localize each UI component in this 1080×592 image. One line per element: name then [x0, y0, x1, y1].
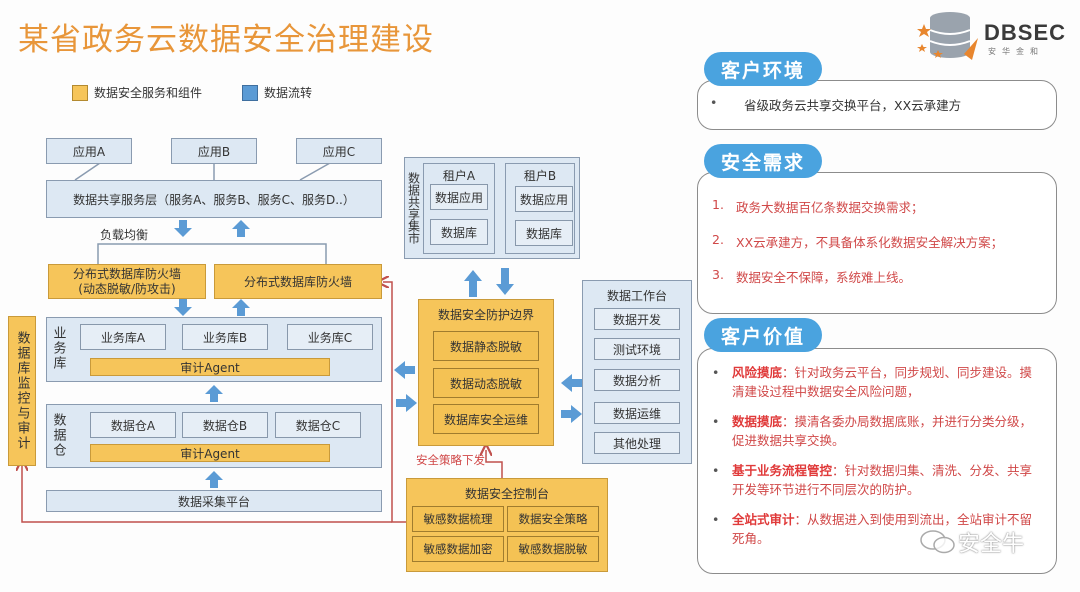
warehouse-c-box: 数据仓C — [275, 412, 361, 438]
workbench-item-dev: 数据开发 — [594, 308, 680, 330]
legend-item-flow: 数据流转 — [242, 84, 312, 101]
logo-name: DBSEC — [984, 20, 1067, 45]
db-monitor-audit-box: 数据库监控与审计 — [8, 316, 36, 466]
business-db-c-box: 业务库C — [287, 324, 373, 350]
workbench-item-test: 测试环境 — [594, 338, 680, 360]
customer-value-heading: 客户价值 — [704, 318, 822, 352]
warehouse-label: 数据仓 — [50, 412, 66, 458]
legend-item-component: 数据安全服务和组件 — [72, 84, 202, 101]
arrow-left-icon — [561, 374, 582, 392]
arrow-up-icon — [464, 270, 482, 297]
load-balance-bracket — [97, 243, 327, 264]
customer-env-panel: • 省级政务云共享交换平台，XX云承建方 — [697, 80, 1057, 130]
dynamic-masking-box: 数据动态脱敏 — [433, 368, 539, 398]
workbench-item-ops: 数据运维 — [594, 402, 680, 424]
connector-line — [74, 162, 101, 181]
arrow-right-icon — [561, 405, 582, 423]
security-needs-panel: 1. 政务大数据百亿条数据交换需求； 2. XX云承建方，不具备体系化数据安全解决方… — [697, 172, 1057, 314]
app-a-box: 应用A — [46, 138, 132, 164]
legend-label: 数据流转 — [264, 86, 313, 100]
audit-agent-warehouse: 审计Agent — [90, 444, 330, 462]
arrow-down-icon — [174, 299, 192, 316]
tenant-b-app: 数据应用 — [515, 186, 573, 212]
need-text: 政务大数据百亿条数据交换需求； — [736, 200, 924, 215]
app-b-box: 应用B — [171, 138, 257, 164]
need-text: XX云承建方，不具备体系化数据安全解决方案； — [736, 235, 1004, 250]
legend-swatch-orange — [72, 84, 88, 101]
audit-agent-business: 审计Agent — [90, 358, 330, 376]
tenant-a-app: 数据应用 — [430, 184, 488, 210]
value-item: • 风险摸底：针对政务云平台，同步规划、同步建设。摸清建设过程中数据安全风险问题， — [712, 365, 1033, 399]
business-db-a-box: 业务库A — [80, 324, 166, 350]
firewall-a-subtitle: (动态脱敏/防攻击) — [78, 281, 176, 296]
db-ops-box: 数据库安全运维 — [433, 404, 539, 434]
static-masking-box: 数据静态脱敏 — [433, 331, 539, 361]
logo-subtitle: 安华金和 — [988, 47, 1044, 56]
data-market-label: 数据共享集市 — [406, 172, 421, 244]
tenant-a-db: 数据库 — [430, 219, 488, 245]
policy-label: 安全策略下发 — [416, 453, 485, 467]
collect-platform-box: 数据采集平台 — [46, 490, 382, 512]
connector-line — [299, 162, 331, 181]
value-item: • 数据摸底：摸清各委办局数据底账，并进行分类分级，促进数据共享交换。 — [712, 414, 1033, 448]
watermark-text: 安全牛 — [958, 532, 1025, 557]
policy-line-firewall — [383, 282, 408, 523]
value-item: • 基于业务流程管控：针对数据归集、清洗、分发、共享开发等环节进行不同层次的防护。 — [712, 463, 1033, 497]
firewall-a-title: 分布式数据库防火墙 — [72, 266, 181, 281]
watermark: 安全牛 — [918, 526, 1024, 558]
console-item-discovery: 敏感数据梳理 — [412, 506, 504, 532]
arrow-up-icon — [205, 471, 223, 488]
security-needs-heading: 安全需求 — [704, 144, 822, 178]
arrow-up-icon — [205, 385, 223, 402]
service-layer-box: 数据共享服务层（服务A、服务B、服务C、服务D..） — [46, 180, 382, 218]
app-c-box: 应用C — [296, 138, 382, 164]
dbsec-logo: DBSEC 安华金和 — [912, 8, 1072, 64]
need-item: 1. 政务大数据百亿条数据交换需求； — [712, 197, 924, 215]
load-balance-label: 负载均衡 — [100, 228, 149, 242]
business-db-b-box: 业务库B — [182, 324, 268, 350]
customer-env-heading: 客户环境 — [704, 52, 822, 86]
need-item: 2. XX云承建方，不具备体系化数据安全解决方案； — [712, 232, 1004, 250]
legend-swatch-blue — [242, 84, 258, 101]
need-item: 3. 数据安全不保障，系统难上线。 — [712, 267, 912, 285]
business-db-label: 业务库 — [50, 325, 66, 371]
warehouse-b-box: 数据仓B — [182, 412, 268, 438]
warehouse-a-box: 数据仓A — [90, 412, 176, 438]
need-text: 数据安全不保障，系统难上线。 — [736, 270, 912, 285]
arrow-down-icon — [496, 268, 514, 295]
bullet: • — [710, 95, 718, 110]
arrow-down-icon — [174, 220, 192, 237]
firewall-b-box: 分布式数据库防火墙 — [214, 264, 382, 299]
arrow-left-icon — [394, 361, 415, 379]
tenant-b-db: 数据库 — [515, 220, 573, 246]
wechat-icon — [920, 530, 955, 554]
console-item-encryption: 敏感数据加密 — [412, 536, 504, 562]
value-list: • 风险摸底：针对政务云平台，同步规划、同步建设。摸清建设过程中数据安全风险问题，… — [698, 349, 1056, 548]
env-item-text: 省级政务云共享交换平台，XX云承建方 — [744, 98, 962, 113]
policy-line-boundary — [486, 450, 503, 480]
needs-list: 1. 政务大数据百亿条数据交换需求； 2. XX云承建方，不具备体系化数据安全解决方… — [698, 173, 1056, 286]
arrow-right-icon — [396, 394, 417, 412]
firewall-a-box: 分布式数据库防火墙 (动态脱敏/防攻击) — [48, 264, 206, 299]
workbench-item-other: 其他处理 — [594, 432, 680, 454]
console-item-policy: 数据安全策略 — [507, 506, 599, 532]
workbench-item-analysis: 数据分析 — [594, 369, 680, 391]
arrow-up-icon — [232, 220, 250, 237]
console-item-masking: 敏感数据脱敏 — [507, 536, 599, 562]
page-title: 某省政务云数据安全治理建设 — [18, 22, 434, 58]
arrow-up-icon — [232, 299, 250, 316]
legend-label: 数据安全服务和组件 — [94, 86, 203, 100]
database-stars-icon — [917, 12, 978, 60]
